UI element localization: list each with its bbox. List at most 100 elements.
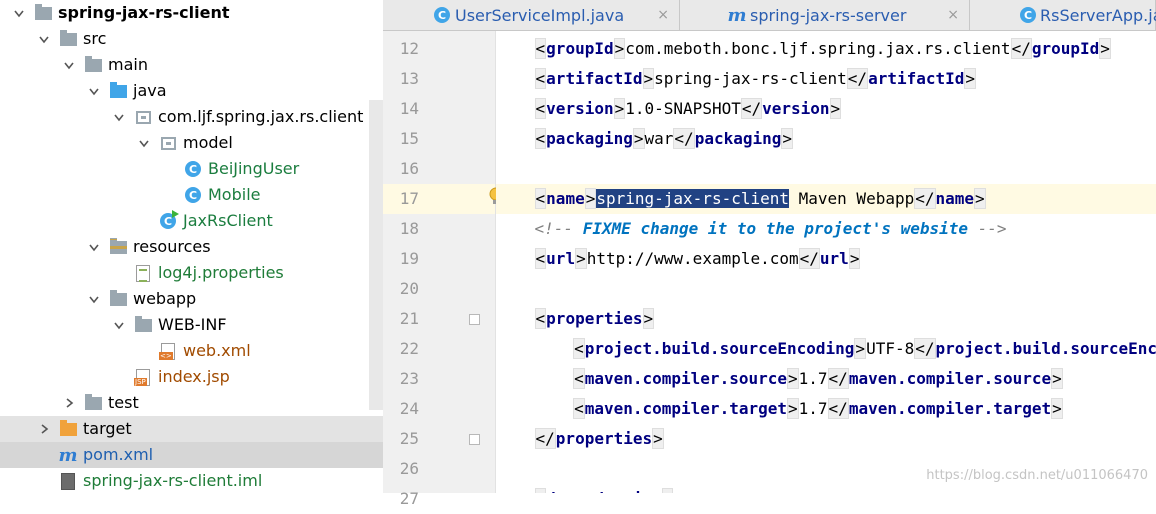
code-line[interactable]: <packaging>war</packaging> — [496, 124, 793, 154]
code-line[interactable]: </properties> — [496, 424, 664, 454]
xml-bracket: > — [830, 98, 842, 119]
code-line[interactable]: <!-- FIXME change it to the project's we… — [496, 214, 1007, 244]
xml-bracket: > — [787, 398, 799, 419]
project-tree-panel: spring-jax-rs-client srcmain java com.ljf.s… — [0, 0, 383, 493]
tree-item-jaxrsclient[interactable]: CJaxRsClient — [0, 208, 369, 234]
code-line[interactable]: <version>1.0-SNAPSHOT</version> — [496, 94, 841, 124]
chevron-down-icon[interactable] — [62, 58, 76, 72]
xml-bracket: > — [643, 68, 655, 89]
chevron-right-icon[interactable] — [62, 396, 76, 410]
xml-bracket: < — [535, 248, 547, 269]
tree-item-model[interactable]: model — [0, 130, 369, 156]
tab-userserviceimpl-java[interactable]: CUserServiceImpl.java× — [383, 0, 680, 30]
code-line[interactable]: <maven.compiler.source>1.7</maven.compil… — [496, 364, 1063, 394]
chevron-down-icon[interactable] — [12, 6, 26, 20]
fold-open-icon[interactable] — [469, 314, 480, 325]
tree-item-web-inf[interactable]: WEB-INF — [0, 312, 369, 338]
code-line[interactable]: <url>http://www.example.com</url> — [496, 244, 860, 274]
maven-icon: m — [728, 6, 746, 24]
code-line[interactable]: <properties> — [496, 304, 654, 334]
xml-tag-name: url — [820, 249, 849, 268]
xml-tag-name: name — [936, 189, 975, 208]
tree-item-spring-jax-rs-client[interactable]: spring-jax-rs-client — [0, 0, 369, 26]
xml-tag-name: artifactId — [868, 69, 964, 88]
properties-file-icon — [134, 264, 152, 282]
code-line[interactable]: <maven.compiler.target>1.7</maven.compil… — [496, 394, 1063, 424]
tab-spring-jax-rs-server[interactable]: mspring-jax-rs-server× — [680, 0, 970, 30]
xml-bracket: > — [964, 68, 976, 89]
tree-item-target[interactable]: target — [0, 416, 383, 442]
tree-item-test[interactable]: test — [0, 390, 369, 416]
tree-scrollbar[interactable] — [369, 100, 383, 410]
tree-item-spring-jax-rs-client-iml[interactable]: spring-jax-rs-client.iml — [0, 468, 369, 493]
xml-bracket: </ — [1011, 38, 1032, 59]
code-text — [496, 369, 573, 388]
close-icon[interactable]: × — [657, 7, 669, 23]
xml-bracket: < — [535, 308, 547, 329]
tree-item-com-ljf-spring-jax-rs-client[interactable]: com.ljf.spring.jax.rs.client — [0, 104, 369, 130]
xml-bracket: < — [535, 488, 547, 493]
selected-text: spring-jax-rs-client — [596, 189, 789, 208]
tree-item-webapp[interactable]: webapp — [0, 286, 369, 312]
tree-item-label: spring-jax-rs-client — [58, 3, 229, 23]
xml-bracket: > — [1051, 368, 1063, 389]
code-line[interactable]: <artifactId>spring-jax-rs-client</artifa… — [496, 64, 976, 94]
xml-bracket: > — [781, 128, 793, 149]
tree-item-label: src — [83, 29, 106, 49]
code-editor[interactable]: < groupId > com.meboth.bonc.ljf.spring.jax.… — [496, 31, 1156, 493]
fold-close-icon[interactable] — [469, 434, 480, 445]
tree-item-label: BeiJingUser — [208, 159, 299, 179]
chevron-down-icon[interactable] — [87, 84, 101, 98]
tree-item-java[interactable]: java — [0, 78, 369, 104]
chevron-down-icon[interactable] — [37, 32, 51, 46]
code-line[interactable]: <groupId>com.meboth.bonc.ljf.spring.jax.… — [496, 34, 1111, 64]
code-text — [496, 399, 573, 418]
tree-item-src[interactable]: src — [0, 26, 369, 52]
tree-item-index-jsp[interactable]: JSPindex.jsp — [0, 364, 369, 390]
tree-item-label: WEB-INF — [158, 315, 227, 335]
tab-rsserverapp-java[interactable]: CRsServerApp.java — [970, 0, 1156, 30]
tree-item-web-xml[interactable]: <>web.xml — [0, 338, 369, 364]
code-text: Maven Webapp — [789, 189, 914, 208]
iml-file-icon — [59, 472, 77, 490]
tree-item-label: com.ljf.spring.jax.rs.client — [158, 107, 363, 127]
tree-indent — [137, 214, 151, 228]
close-icon[interactable]: × — [947, 7, 959, 23]
tree-item-beijinguser[interactable]: CBeiJingUser — [0, 156, 369, 182]
xml-bracket: > — [643, 308, 655, 329]
folder-icon — [84, 394, 102, 412]
chevron-down-icon[interactable] — [112, 110, 126, 124]
chevron-down-icon[interactable] — [87, 240, 101, 254]
package-icon — [134, 108, 152, 126]
xml-bracket: > — [633, 128, 645, 149]
code-line[interactable]: <name>spring-jax-rs-client Maven Webapp<… — [496, 184, 1156, 214]
chevron-down-icon[interactable] — [137, 136, 151, 150]
module-folder-icon — [34, 4, 52, 22]
chevron-right-icon[interactable] — [37, 422, 51, 436]
code-line[interactable]: <dependencies> — [496, 484, 673, 493]
xml-bracket: > — [1099, 38, 1111, 59]
tree-item-resources[interactable]: resources — [0, 234, 369, 260]
tree-item-label: main — [108, 55, 148, 75]
xml-tag-name: artifactId — [546, 69, 642, 88]
code-line[interactable]: <project.build.sourceEncoding>UTF-8</pro… — [496, 334, 1156, 364]
tree-item-mobile[interactable]: CMobile — [0, 182, 369, 208]
line-number: 12 — [383, 34, 419, 64]
xml-bracket: </ — [673, 128, 694, 149]
xml-bracket: < — [535, 98, 547, 119]
tree-item-pom-xml[interactable]: mpom.xml — [0, 442, 383, 468]
tree-item-main[interactable]: main — [0, 52, 369, 78]
xml-tag-name: groupId — [546, 39, 613, 58]
xml-bracket: </ — [828, 398, 849, 419]
code-text: com.meboth.bonc.ljf.spring.jax.rs.client — [625, 39, 1010, 58]
xml-bracket: > — [849, 248, 861, 269]
chevron-down-icon[interactable] — [87, 292, 101, 306]
tree-item-label: target — [83, 419, 132, 439]
class-icon: C — [1020, 6, 1036, 24]
chevron-down-icon[interactable] — [112, 318, 126, 332]
xml-tag-name: packaging — [546, 129, 633, 148]
tree-item-label: resources — [133, 237, 211, 257]
tree-item-log4j-properties[interactable]: log4j.properties — [0, 260, 369, 286]
tab-label: UserServiceImpl.java — [455, 6, 624, 25]
line-number: 21 — [383, 304, 419, 334]
